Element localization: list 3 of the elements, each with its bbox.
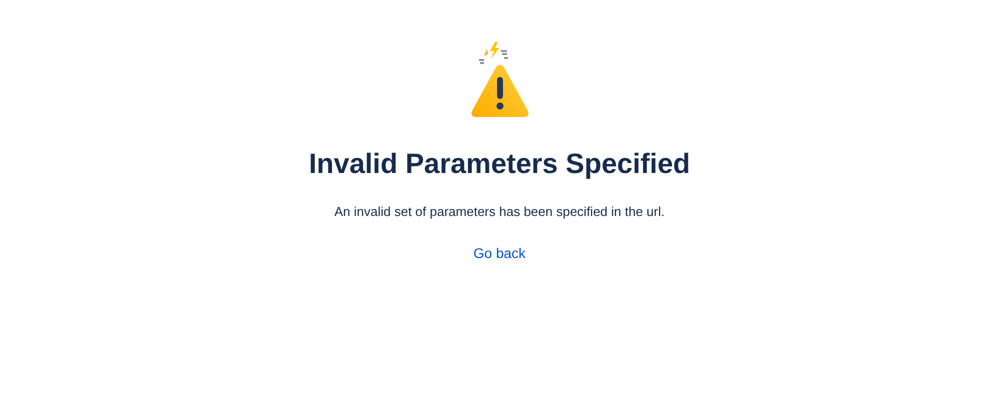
page-title: Invalid Parameters Specified [308,147,690,181]
go-back-link[interactable]: Go back [473,244,526,262]
error-message: An invalid set of parameters has been specified in the url. [334,203,665,221]
